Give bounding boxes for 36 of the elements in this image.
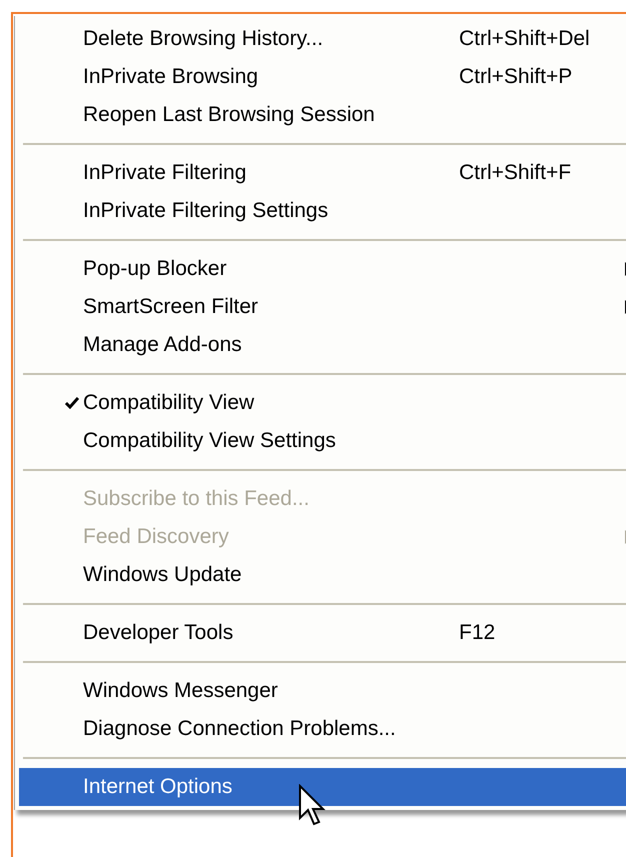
shortcut-label: Ctrl+Shift+Del <box>459 26 590 52</box>
menu-item[interactable]: Windows Messenger <box>19 672 626 710</box>
item-label: Compatibility View <box>83 390 256 416</box>
item-label: Developer Tools <box>83 620 234 646</box>
menu-item[interactable]: Pop-up Blocker <box>19 250 626 288</box>
shortcut-label: Ctrl+Shift+P <box>459 64 572 90</box>
item-label: Pop-up Blocker <box>83 256 228 282</box>
menu-item[interactable]: Developer Tools F12 <box>19 614 626 652</box>
menu-item[interactable]: InPrivate Filtering Ctrl+Shift+F <box>19 154 626 192</box>
menu-item[interactable]: Reopen Last Browsing Session <box>19 96 626 134</box>
item-label: Windows Messenger <box>83 678 279 704</box>
item-label: Subscribe to this Feed... <box>83 486 310 512</box>
menu-item[interactable]: Diagnose Connection Problems... <box>19 710 626 748</box>
shortcut-label: Ctrl+Shift+F <box>459 160 572 186</box>
menu-item[interactable]: SmartScreen Filter <box>19 288 626 326</box>
menu-item[interactable]: InPrivate Browsing Ctrl+Shift+P <box>19 58 626 96</box>
item-label: InPrivate Browsing <box>83 64 260 90</box>
item-label: Compatibility View Settings <box>83 428 337 454</box>
item-label: Reopen Last Browsing Session <box>83 102 376 128</box>
menu-item[interactable]: InPrivate Filtering Settings <box>19 192 626 230</box>
item-label: Windows Update <box>83 562 243 588</box>
menu-item[interactable]: Delete Browsing History... Ctrl+Shift+Del <box>19 20 626 58</box>
item-label: Diagnose Connection Problems... <box>83 716 397 742</box>
menu-item[interactable]: Windows Update <box>19 556 626 594</box>
item-label: Delete Browsing History... <box>83 26 324 52</box>
menu-item[interactable]: Compatibility View <box>19 384 626 422</box>
shortcut-label: F12 <box>459 620 496 646</box>
item-label: Manage Add-ons <box>83 332 243 358</box>
item-label: InPrivate Filtering Settings <box>83 198 330 224</box>
item-label: Feed Discovery <box>83 524 230 550</box>
menu-item[interactable]: Compatibility View Settings <box>19 422 626 460</box>
item-label: Internet Options <box>83 774 234 800</box>
menu-item[interactable]: Manage Add-ons <box>19 326 626 364</box>
item-label: SmartScreen Filter <box>83 294 260 320</box>
item-label: InPrivate Filtering <box>83 160 248 186</box>
checkmark-icon <box>65 397 79 409</box>
